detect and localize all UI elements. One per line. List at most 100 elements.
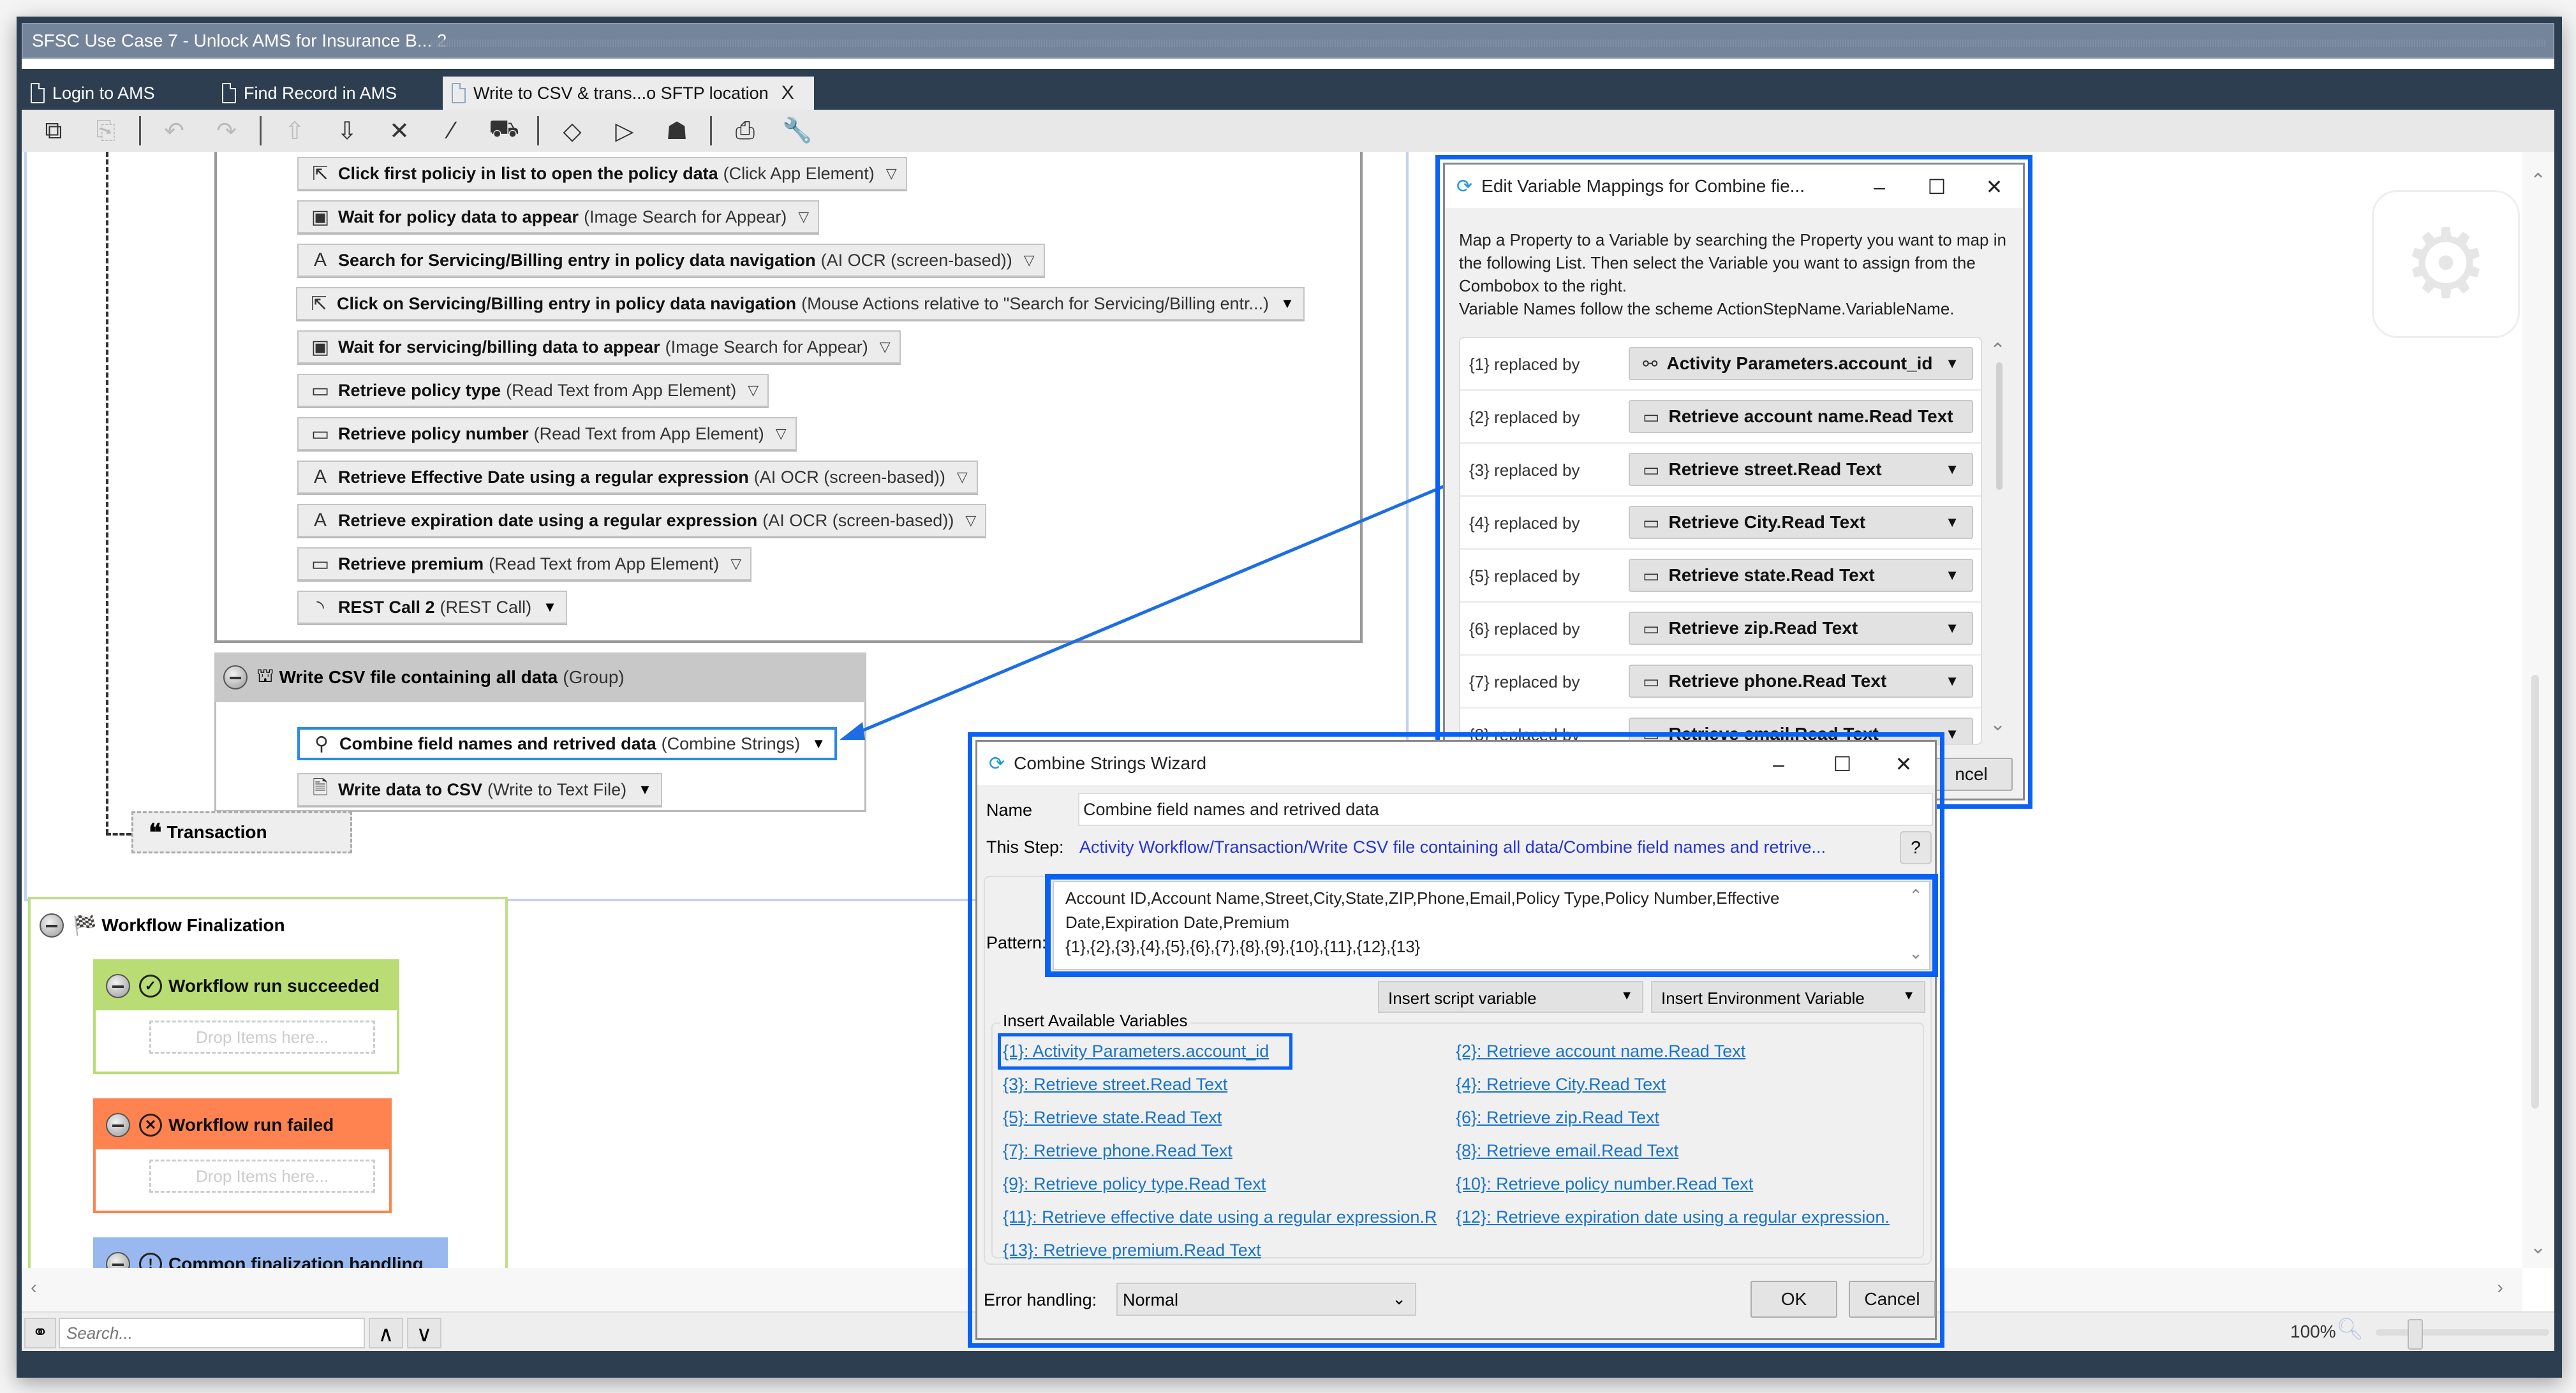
pattern-textarea[interactable]: Account ID,Account Name,Street,City,Stat… (1053, 881, 1930, 970)
minimize-button[interactable]: – (1857, 171, 1902, 203)
run-icon: ▷ (615, 117, 634, 145)
caret-down-icon: ▼ (1945, 673, 1959, 689)
magic-wand-icon: ⁄ (449, 117, 454, 144)
drop-zone[interactable]: Drop Items here... (149, 1021, 375, 1054)
finalization-section-header[interactable]: ✕ Workflow run failed (96, 1101, 389, 1149)
wrench-button[interactable]: 🔧 (778, 112, 817, 150)
vertical-scrollbar[interactable]: ⌃ ⌄ (2522, 152, 2554, 1268)
mapping-combobox[interactable]: ▭ Retrieve street.Read Text ▼ (1629, 453, 1973, 486)
maximize-button[interactable]: ☐ (1914, 171, 1959, 203)
collapse-icon[interactable] (106, 1113, 130, 1137)
magic-wand-button[interactable]: ⁄ (433, 112, 471, 150)
move-up-button[interactable]: ⇧ (276, 112, 314, 150)
zoom-slider-thumb[interactable] (2407, 1319, 2423, 1350)
mapping-combobox[interactable]: ⚯ Activity Parameters.account_id ▼ (1629, 347, 1973, 380)
wizard-titlebar[interactable]: ⟳ Combine Strings Wizard – ☐ ✕ (977, 742, 1935, 785)
variable-link[interactable]: {5}: Retrieve state.Read Text (1003, 1108, 1222, 1128)
close-button[interactable]: ✕ (1881, 748, 1926, 780)
variable-link[interactable]: {7}: Retrieve phone.Read Text (1003, 1141, 1232, 1161)
scroll-down-icon[interactable]: ⌄ (2530, 1236, 2546, 1258)
delete-icon: ✕ (389, 117, 410, 145)
mappings-scrollbar[interactable]: ⌃ ⌄ (1986, 337, 2014, 745)
run-button[interactable]: ▷ (605, 112, 644, 150)
variable-link[interactable]: {13}: Retrieve premium.Read Text (1003, 1241, 1261, 1260)
section-title: Workflow run failed (168, 1115, 334, 1135)
variable-link[interactable]: {10}: Retrieve policy number.Read Text (1456, 1174, 1753, 1194)
debug-bug-icon: ☗ (665, 117, 688, 145)
close-button[interactable]: ✕ (1972, 171, 2017, 203)
combine-strings-wizard: ⟳ Combine Strings Wizard – ☐ ✕ Name This… (975, 740, 1938, 1340)
variable-link[interactable]: {9}: Retrieve policy type.Read Text (1003, 1174, 1266, 1194)
drop-zone[interactable]: Drop Items here... (149, 1160, 375, 1193)
finalization-header[interactable]: 🏁 Workflow Finalization (31, 899, 505, 952)
print-button[interactable]: ⎙ (726, 112, 764, 150)
name-input[interactable] (1078, 793, 1933, 826)
diamond-icon: ◇ (563, 117, 582, 145)
scroll-right-icon[interactable]: › (2497, 1277, 2503, 1299)
step-path-link[interactable]: Activity Workflow/Transaction/Write CSV … (1079, 837, 1826, 857)
search-next-button[interactable]: ∨ (407, 1318, 441, 1348)
variable-link[interactable]: {11}: Retrieve effective date using a re… (1003, 1207, 1437, 1227)
scroll-up-icon[interactable]: ⌃ (1909, 883, 1923, 908)
binoculars-icon[interactable]: ⚭ (24, 1318, 56, 1348)
scroll-left-icon[interactable]: ‹ (31, 1277, 37, 1299)
insert-environment-variable-dropdown[interactable]: Insert Environment Variable ▼ (1651, 981, 1925, 1013)
variable-link[interactable]: {8}: Retrieve email.Read Text (1456, 1141, 1678, 1161)
vertical-scroll-thumb[interactable] (2531, 675, 2539, 1109)
mapping-row: {3} replaced by ▭ Retrieve street.Read Tex… (1460, 444, 1981, 497)
paste-button[interactable]: ⎘ (87, 112, 125, 150)
scroll-up-icon[interactable]: ⌃ (1990, 339, 2006, 362)
move-down-button[interactable]: ⇩ (328, 112, 366, 150)
available-variables-legend: Insert Available Variables (1000, 1011, 1190, 1031)
zoom-slider-track[interactable] (2376, 1329, 2549, 1336)
help-button[interactable]: ? (1900, 831, 1932, 864)
maximize-button[interactable]: ☐ (1820, 748, 1865, 780)
mapping-combobox[interactable]: ▭ Retrieve zip.Read Text ▼ (1629, 612, 1973, 645)
variable-link[interactable]: {6}: Retrieve zip.Read Text (1456, 1108, 1659, 1128)
tab-login-to-ams[interactable]: Login to AMS (22, 77, 164, 110)
minimize-button[interactable]: – (1756, 748, 1801, 780)
mappings-dialog-titlebar[interactable]: ⟳ Edit Variable Mappings for Combine fie… (1445, 165, 2023, 208)
document-icon (222, 83, 236, 103)
copy-button[interactable]: ⧉ (34, 112, 73, 150)
scroll-down-icon[interactable]: ⌄ (1909, 941, 1923, 965)
finalization-section-header[interactable]: ✓ Workflow run succeeded (96, 962, 397, 1010)
mapping-row: {2} replaced by ▭ Retrieve account name.Re… (1460, 391, 1981, 444)
ok-button[interactable]: OK (1751, 1281, 1837, 1318)
mapping-combobox[interactable]: ▭ Retrieve City.Read Text ▼ (1629, 506, 1973, 539)
cancel-button[interactable]: Cancel (1849, 1281, 1936, 1318)
title-bar-grip[interactable] (431, 40, 2547, 47)
transaction-node[interactable]: ❝ Transaction (131, 811, 352, 853)
mappings-scroll-thumb[interactable] (1996, 362, 2002, 490)
collapse-icon[interactable] (40, 913, 64, 938)
tab-find-record-in-ams[interactable]: Find Record in AMS (213, 77, 406, 110)
tab-write-to-csv[interactable]: Write to CSV & trans...o SFTP location X (443, 77, 814, 110)
search-previous-button[interactable]: ∧ (369, 1318, 403, 1348)
variable-link[interactable]: {3}: Retrieve street.Read Text (1003, 1075, 1227, 1094)
error-handling-select[interactable]: Normal ⌄ (1116, 1283, 1416, 1316)
mapping-combobox[interactable]: ▭ Retrieve account name.Read Text (1629, 400, 1973, 433)
collapse-icon[interactable] (106, 974, 130, 998)
search-input[interactable] (59, 1318, 365, 1348)
insert-script-variable-dropdown[interactable]: Insert script variable ▼ (1378, 981, 1643, 1013)
scroll-down-icon[interactable]: ⌄ (1990, 713, 2006, 735)
variable-link[interactable]: {2}: Retrieve account name.Read Text (1456, 1042, 1745, 1061)
variable-link[interactable]: {4}: Retrieve City.Read Text (1456, 1075, 1666, 1094)
mapping-row: {1} replaced by ⚯ Activity Parameters.acco… (1460, 338, 1981, 391)
tab-close-icon[interactable]: X (781, 82, 794, 104)
redo-button[interactable]: ↷ (207, 112, 246, 150)
undo-button[interactable]: ↶ (155, 112, 193, 150)
delete-button[interactable]: ✕ (380, 112, 418, 150)
mapping-value: Retrieve City.Read Text (1668, 512, 1866, 532)
textbox-icon: ▭ (1643, 512, 1660, 533)
help-icon: ? (1911, 837, 1921, 857)
variable-link[interactable]: {12}: Retrieve expiration date using a r… (1456, 1207, 1890, 1227)
scroll-up-icon[interactable]: ⌃ (2530, 170, 2546, 192)
mapping-combobox[interactable]: ▭ Retrieve state.Read Text ▼ (1629, 559, 1973, 592)
caret-down-icon: ▼ (1902, 989, 1915, 1003)
debug-bug-button[interactable]: ☗ (658, 112, 696, 150)
mapping-row: {6} replaced by ▭ Retrieve zip.Read Text ▼ (1460, 603, 1981, 656)
mapping-combobox[interactable]: ▭ Retrieve phone.Read Text ▼ (1629, 665, 1973, 698)
truck-button[interactable]: ⛟ (485, 112, 523, 150)
diamond-button[interactable]: ◇ (553, 112, 591, 150)
